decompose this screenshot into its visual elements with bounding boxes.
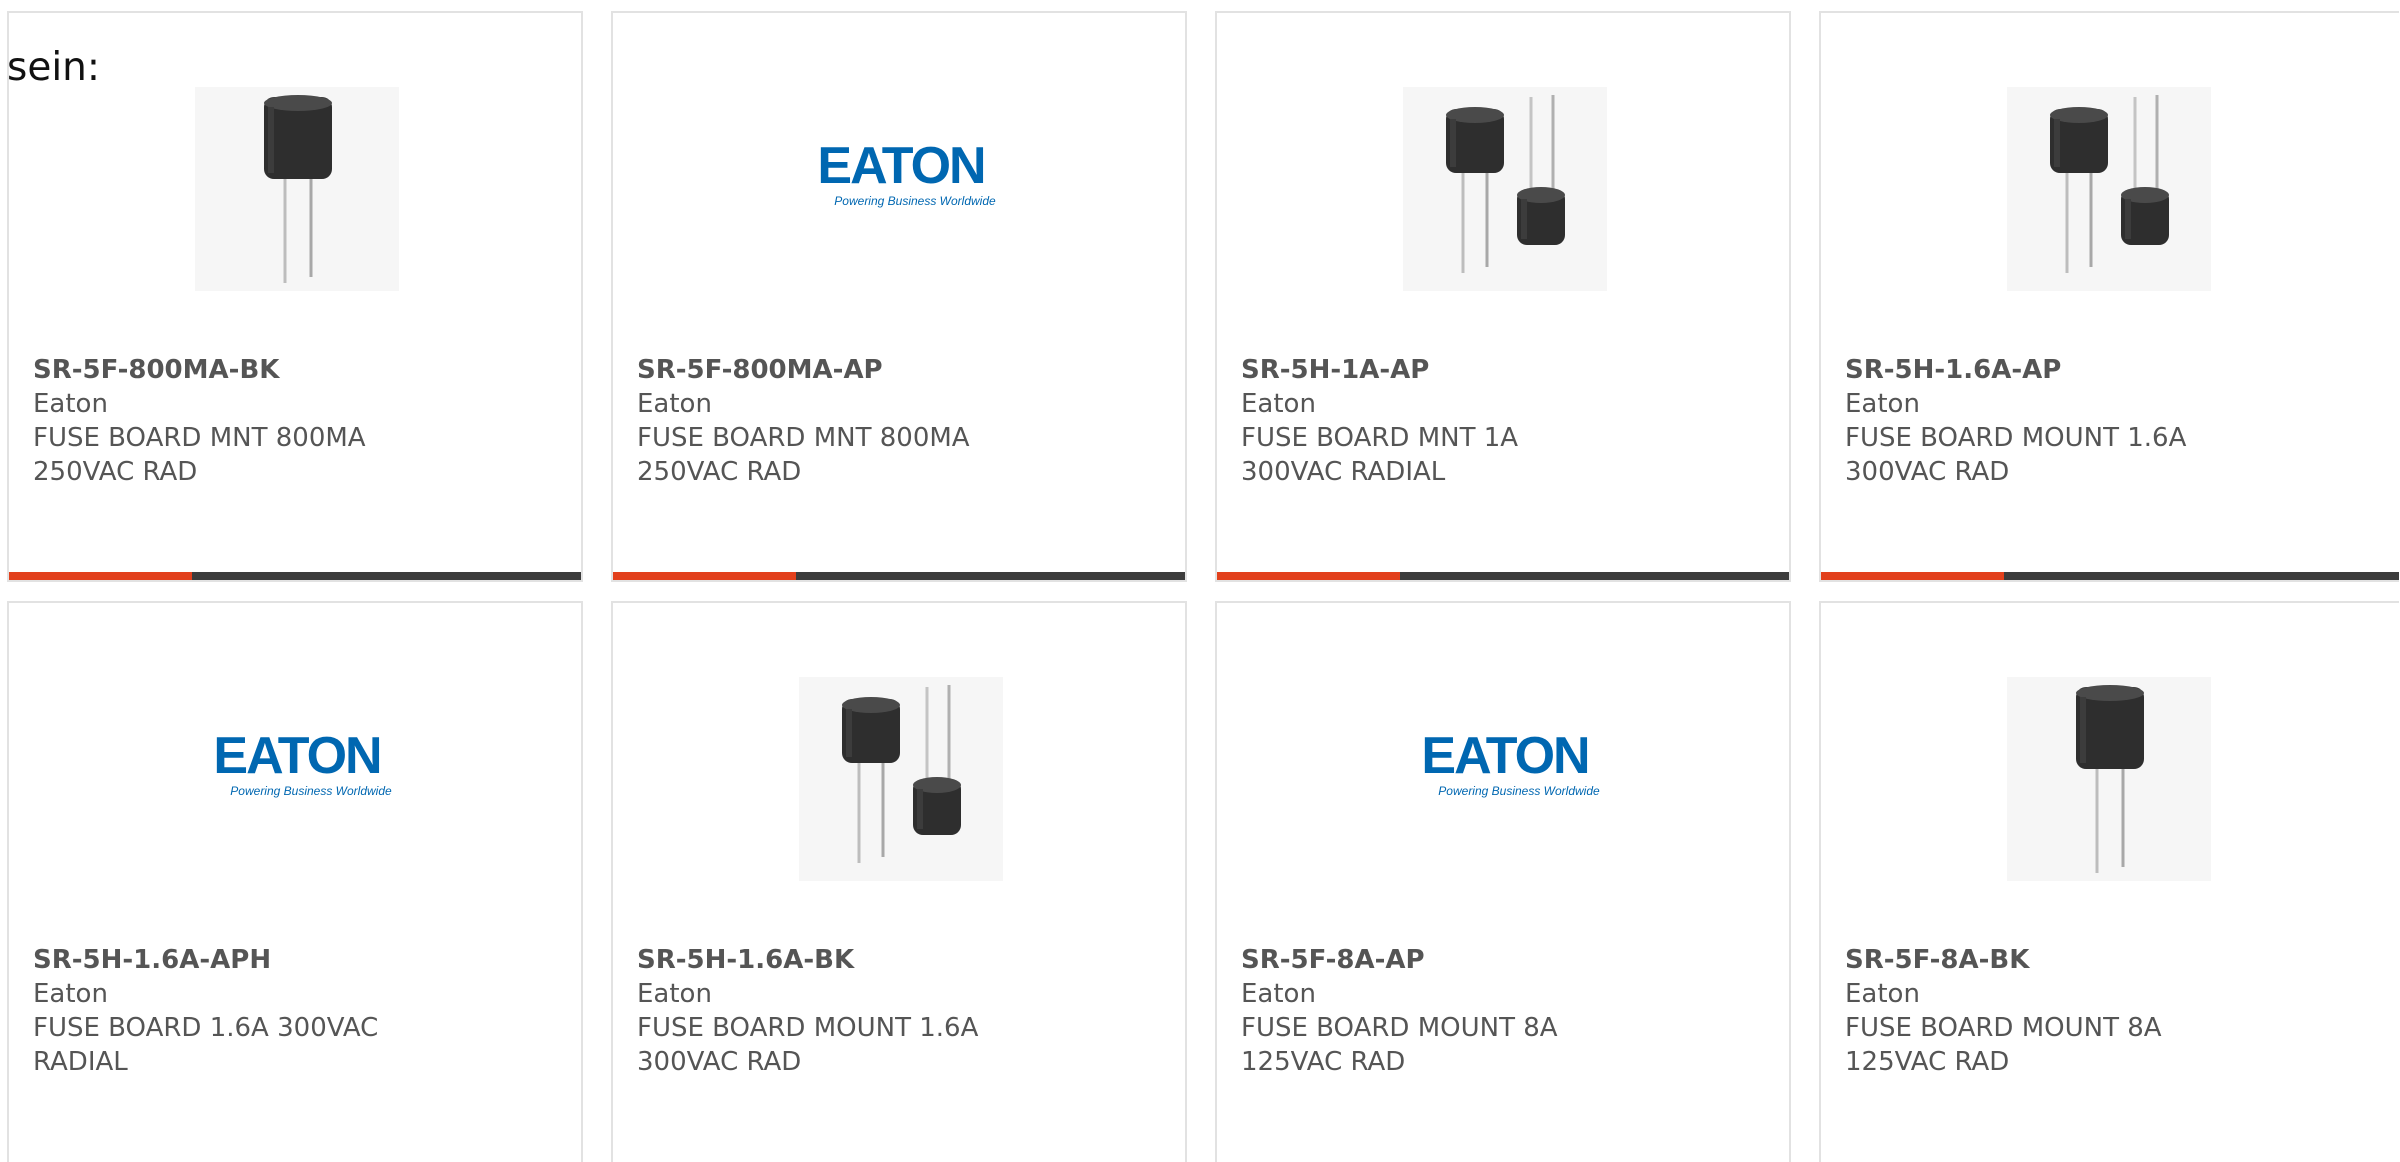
fuse-product-icon (1446, 95, 1565, 273)
part-number[interactable]: SR-5F-8A-BK (1845, 943, 2375, 977)
card-accent-bar (1217, 572, 1400, 580)
product-info: SR-5H-1.6A-APH Eaton FUSE BOARD 1.6A 300… (33, 943, 557, 1079)
card-accent-bar (9, 572, 192, 580)
svg-text:EATON: EATON (213, 727, 380, 785)
product-image[interactable]: EATON Powering Business Worldwide (799, 87, 1003, 291)
part-number[interactable]: SR-5H-1.6A-AP (1845, 353, 2375, 387)
manufacturer: Eaton (637, 389, 712, 419)
svg-text:Powering Business Worldwide: Powering Business Worldwide (834, 194, 996, 208)
product-description: FUSE BOARD MOUNT 8A 125VAC RAD (1845, 1013, 2162, 1077)
card-bottom-bar (9, 572, 581, 580)
product-image[interactable]: EATON Powering Business Worldwide (195, 677, 399, 881)
fuse-product-icon (2076, 685, 2144, 873)
manufacturer: Eaton (1241, 979, 1316, 1009)
card-accent-bar (1821, 572, 2004, 580)
part-number[interactable]: SR-5H-1.6A-APH (33, 943, 557, 977)
product-card[interactable]: SR-5H-1.6A-BK Eaton FUSE BOARD MOUNT 1.6… (611, 601, 1187, 1162)
fuse-product-icon (264, 95, 332, 283)
product-info: SR-5H-1A-AP Eaton FUSE BOARD MNT 1A 300V… (1241, 353, 1765, 489)
eaton-logo-icon: EATON Powering Business Worldwide (799, 87, 1003, 291)
part-number[interactable]: SR-5F-800MA-BK (33, 353, 557, 387)
fuse-product-icon (2050, 95, 2169, 273)
product-info: SR-5F-800MA-BK Eaton FUSE BOARD MNT 800M… (33, 353, 557, 489)
svg-text:Powering Business Worldwide: Powering Business Worldwide (1438, 784, 1600, 798)
eaton-logo-icon: EATON Powering Business Worldwide (1403, 677, 1607, 881)
product-card[interactable]: EATON Powering Business Worldwide SR-5H-… (7, 601, 583, 1162)
part-number[interactable]: SR-5F-800MA-AP (637, 353, 1161, 387)
card-accent-bar (613, 572, 796, 580)
part-number[interactable]: SR-5H-1.6A-BK (637, 943, 1161, 977)
manufacturer: Eaton (1241, 389, 1316, 419)
product-grid-page: sein: SR-5F-800MA-BK Eaton FUSE BOARD MN… (0, 0, 2400, 1162)
product-image[interactable] (195, 87, 399, 291)
product-info: SR-5H-1.6A-AP Eaton FUSE BOARD MOUNT 1.6… (1845, 353, 2375, 489)
intro-text: sein: (7, 45, 101, 90)
manufacturer: Eaton (637, 979, 712, 1009)
product-info: SR-5H-1.6A-BK Eaton FUSE BOARD MOUNT 1.6… (637, 943, 1161, 1079)
manufacturer: Eaton (33, 389, 108, 419)
product-description: FUSE BOARD MNT 800MA 250VAC RAD (33, 423, 366, 487)
product-info: SR-5F-800MA-AP Eaton FUSE BOARD MNT 800M… (637, 353, 1161, 489)
manufacturer: Eaton (1845, 389, 1920, 419)
product-description: FUSE BOARD 1.6A 300VAC RADIAL (33, 1013, 379, 1077)
part-number[interactable]: SR-5F-8A-AP (1241, 943, 1765, 977)
part-number[interactable]: SR-5H-1A-AP (1241, 353, 1765, 387)
product-info: SR-5F-8A-BK Eaton FUSE BOARD MOUNT 8A 12… (1845, 943, 2375, 1079)
product-card[interactable]: SR-5F-800MA-BK Eaton FUSE BOARD MNT 800M… (7, 11, 583, 582)
product-image[interactable] (799, 677, 1003, 881)
svg-text:EATON: EATON (817, 137, 984, 195)
svg-text:Powering Business Worldwide: Powering Business Worldwide (230, 784, 392, 798)
eaton-logo-icon: EATON Powering Business Worldwide (195, 677, 399, 881)
product-image[interactable]: EATON Powering Business Worldwide (1403, 677, 1607, 881)
svg-text:EATON: EATON (1421, 727, 1588, 785)
product-info: SR-5F-8A-AP Eaton FUSE BOARD MOUNT 8A 12… (1241, 943, 1765, 1079)
product-card[interactable]: EATON Powering Business Worldwide SR-5F-… (611, 11, 1187, 582)
product-description: FUSE BOARD MNT 800MA 250VAC RAD (637, 423, 970, 487)
product-description: FUSE BOARD MOUNT 1.6A 300VAC RAD (1845, 423, 2187, 487)
manufacturer: Eaton (1845, 979, 1920, 1009)
product-card[interactable]: SR-5H-1.6A-AP Eaton FUSE BOARD MOUNT 1.6… (1819, 11, 2399, 582)
product-description: FUSE BOARD MOUNT 8A 125VAC RAD (1241, 1013, 1558, 1077)
card-bottom-bar (1217, 572, 1789, 580)
fuse-product-icon (842, 685, 961, 863)
product-card[interactable]: EATON Powering Business Worldwide SR-5F-… (1215, 601, 1791, 1162)
card-bottom-bar (1821, 572, 2399, 580)
card-bottom-bar (613, 572, 1185, 580)
product-card[interactable]: SR-5H-1A-AP Eaton FUSE BOARD MNT 1A 300V… (1215, 11, 1791, 582)
product-description: FUSE BOARD MOUNT 1.6A 300VAC RAD (637, 1013, 979, 1077)
product-image[interactable] (1403, 87, 1607, 291)
manufacturer: Eaton (33, 979, 108, 1009)
product-description: FUSE BOARD MNT 1A 300VAC RADIAL (1241, 423, 1519, 487)
product-card[interactable]: SR-5F-8A-BK Eaton FUSE BOARD MOUNT 8A 12… (1819, 601, 2399, 1162)
product-image[interactable] (2007, 677, 2211, 881)
product-image[interactable] (2007, 87, 2211, 291)
